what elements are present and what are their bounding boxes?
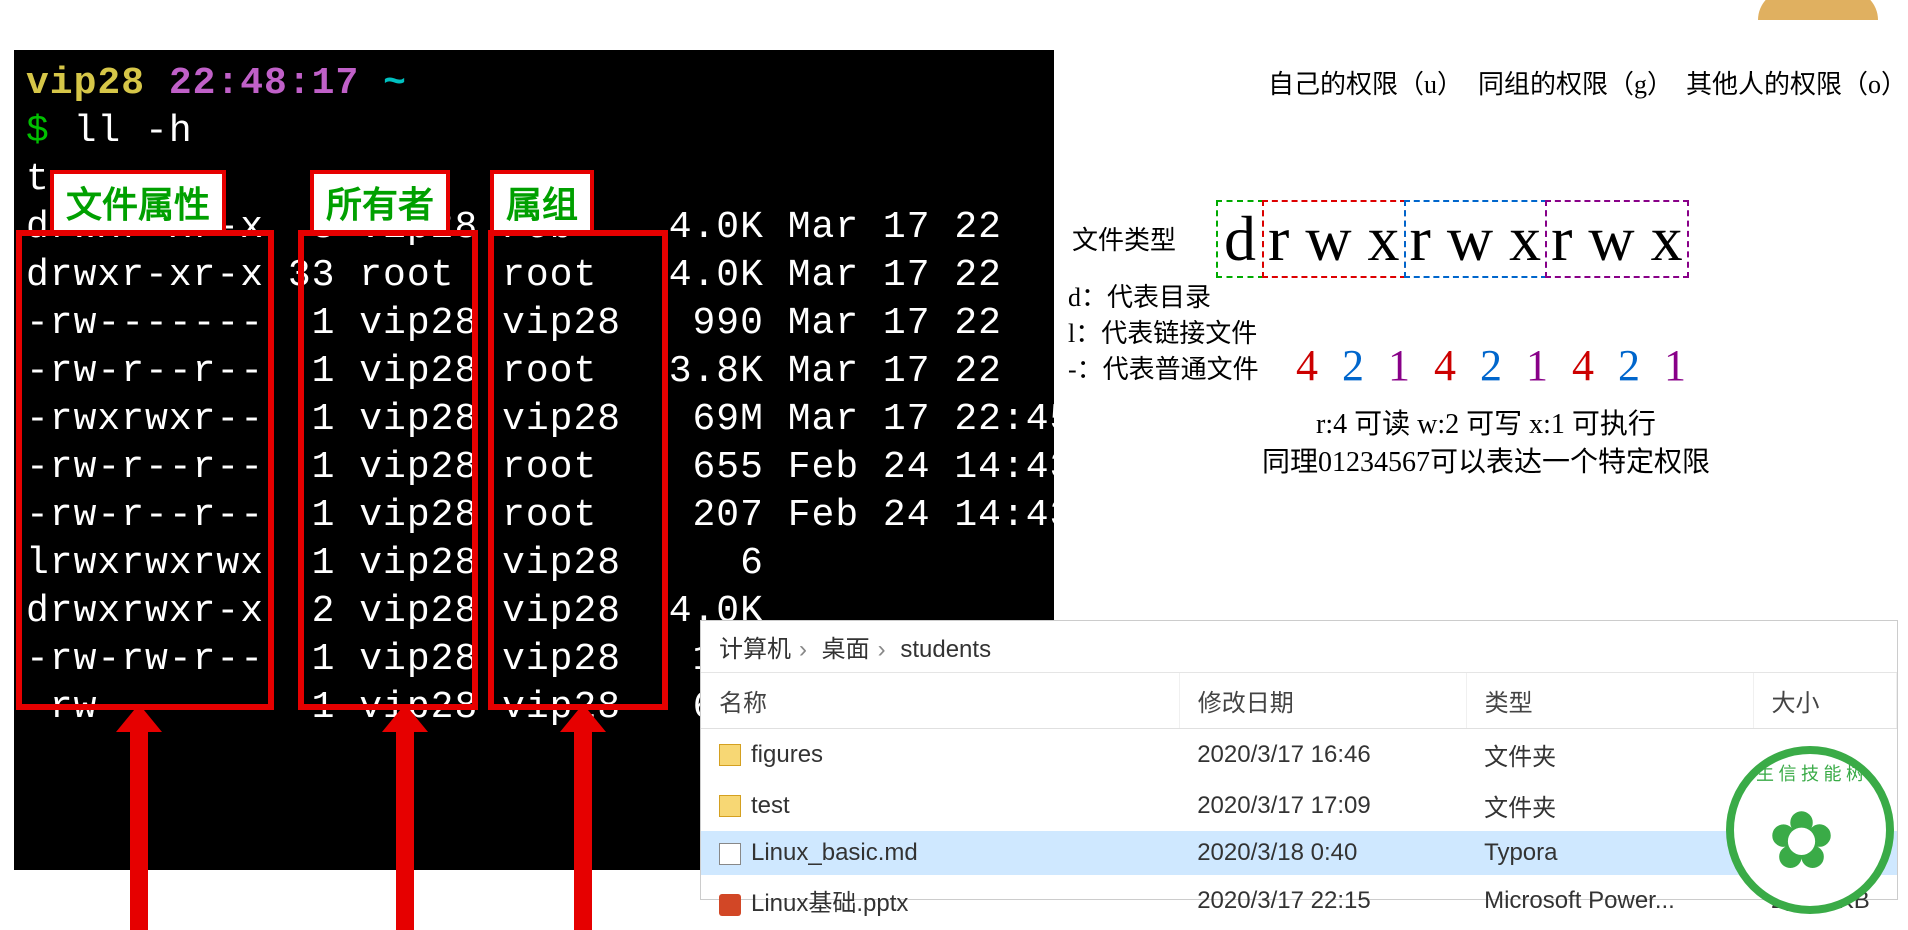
highlight-group-column xyxy=(488,230,668,710)
decorative-peek xyxy=(1758,0,1878,20)
terminal-command: ll -h xyxy=(74,110,193,153)
chevron-right-icon: › xyxy=(878,636,886,663)
perm-char-type: d xyxy=(1216,200,1264,278)
perm-type-legend: d：代表目录 l：代表链接文件 -：代表普通文件 xyxy=(1068,280,1259,388)
permission-diagram: 自己的权限（u） 同组的权限（g） 其他人的权限（o） 文件类型 d r w x… xyxy=(1068,50,1904,470)
tree-icon: ✿ xyxy=(1768,794,1835,887)
terminal-time: 22:48:17 xyxy=(169,62,359,105)
watermark-logo: 生 信 技 能 树 ✿ xyxy=(1726,746,1894,914)
pptx-icon xyxy=(719,894,741,916)
prompt-symbol: $ xyxy=(26,110,50,153)
terminal-prompt-line: vip28 22:48:17 ~ xyxy=(26,60,1042,108)
perm-footer: r:4 可读 w:2 可写 x:1 可执行 同理01234567可以表达一个特定… xyxy=(1068,406,1904,482)
col-date[interactable]: 修改日期 xyxy=(1179,673,1466,729)
col-name[interactable]: 名称 xyxy=(701,673,1179,729)
crumb-item[interactable]: 桌面 xyxy=(822,636,870,663)
perm-label-u: 自己的权限（u） xyxy=(1268,64,1463,101)
file-explorer: 计算机 › 桌面 › students 名称 修改日期 类型 大小 figures2… xyxy=(700,620,1898,900)
folder-icon xyxy=(719,795,741,817)
chevron-right-icon: › xyxy=(799,636,807,663)
terminal-user: vip28 xyxy=(26,62,145,105)
file-row[interactable]: Linux_basic.md2020/3/18 0:40Typora23 KB xyxy=(701,831,1897,875)
highlight-owner-column xyxy=(298,230,478,710)
perm-chars-other: r w x xyxy=(1545,200,1689,278)
perm-label-type: 文件类型 xyxy=(1072,220,1176,257)
terminal-command-line: $ ll -h xyxy=(26,108,1042,156)
col-type[interactable]: 类型 xyxy=(1466,673,1753,729)
perm-number-row: 421421421 xyxy=(1296,340,1710,391)
crumb-item[interactable]: students xyxy=(900,636,991,663)
perm-label-g: 同组的权限（g） xyxy=(1478,64,1673,101)
label-group: 属组 xyxy=(490,170,594,234)
logo-text: 生 信 技 能 树 xyxy=(1734,760,1886,786)
breadcrumb[interactable]: 计算机 › 桌面 › students xyxy=(701,621,1897,673)
crumb-item[interactable]: 计算机 xyxy=(719,636,791,663)
col-size[interactable]: 大小 xyxy=(1753,673,1896,729)
file-row[interactable]: test2020/3/17 17:09文件夹 xyxy=(701,780,1897,831)
file-list-table: 名称 修改日期 类型 大小 figures2020/3/17 16:46文件夹t… xyxy=(701,673,1897,926)
label-owner: 所有者 xyxy=(310,170,450,234)
perm-chars-group: r w x xyxy=(1404,200,1548,278)
perm-code-string: d r w x r w x r w x xyxy=(1216,200,1687,278)
perm-chars-user: r w x xyxy=(1262,200,1406,278)
highlight-perms-column xyxy=(16,230,274,710)
folder-icon xyxy=(719,744,741,766)
file-row[interactable]: figures2020/3/17 16:46文件夹 xyxy=(701,729,1897,781)
arrow-owner xyxy=(396,730,414,930)
perm-label-o: 其他人的权限（o） xyxy=(1686,64,1904,101)
md-icon xyxy=(719,843,741,865)
file-row[interactable]: Linux基础.pptx2020/3/17 22:15Microsoft Pow… xyxy=(701,875,1897,926)
label-file-perms: 文件属性 xyxy=(50,170,226,234)
arrow-perms xyxy=(130,730,148,930)
terminal-cwd: ~ xyxy=(383,62,407,105)
arrow-group xyxy=(574,730,592,930)
